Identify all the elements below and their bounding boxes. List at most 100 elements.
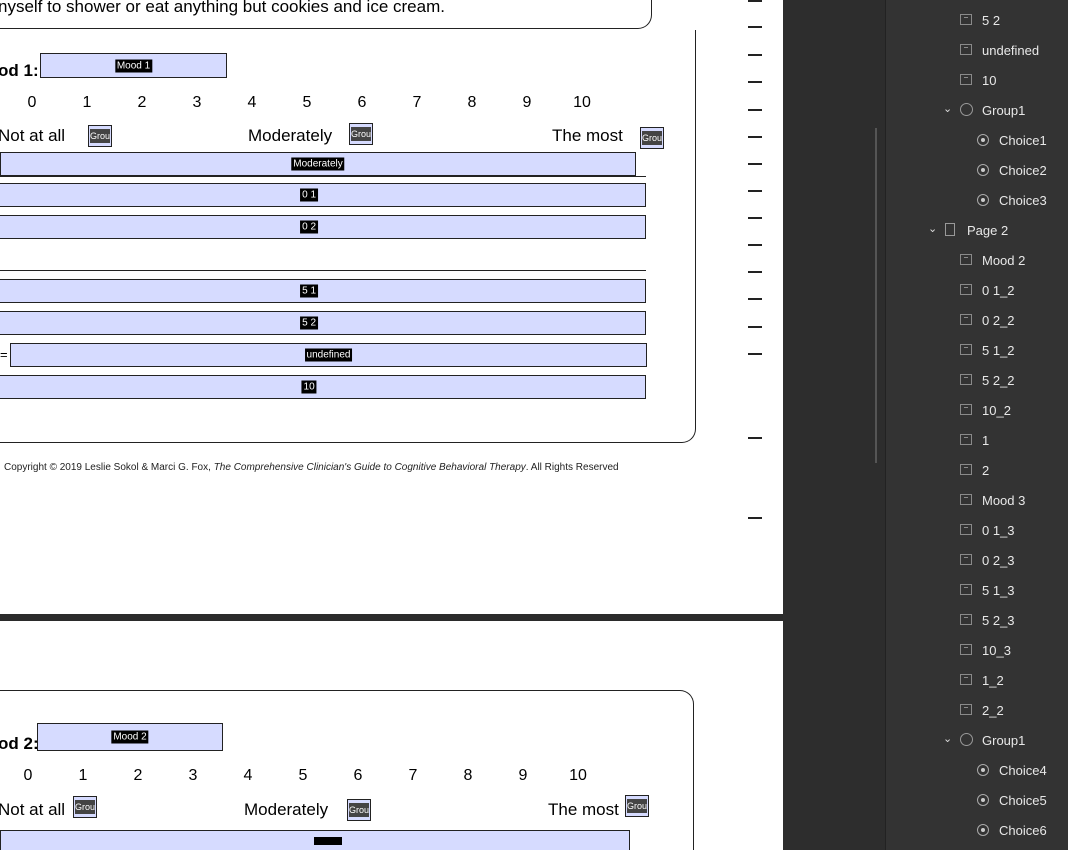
ruler-tick	[748, 0, 762, 2]
scale-number: 8	[467, 94, 477, 111]
tree-item-5-2[interactable]: 5 2	[886, 5, 1068, 35]
chevron-down-icon[interactable]: ⌄	[943, 732, 952, 745]
tree-item-0-1-2[interactable]: 0 1_2	[886, 275, 1068, 305]
tree-item-label: 0 2_2	[982, 313, 1015, 328]
tree-item-10-3[interactable]: 10_3	[886, 635, 1068, 665]
scale-number: 8	[463, 767, 473, 784]
scale-number: 3	[188, 767, 198, 784]
tree-item-choice1[interactable]: Choice1	[886, 125, 1068, 155]
tree-item-5-1-2[interactable]: 5 1_2	[886, 335, 1068, 365]
mood1-anchor-low: Not at all	[0, 126, 66, 145]
text-field-icon	[960, 404, 972, 415]
mood2-anchor-low: Not at all	[0, 800, 66, 819]
tree-item-label: Group1	[982, 733, 1026, 748]
scale-number: 2	[137, 94, 147, 111]
tree-item-1[interactable]: 1	[886, 425, 1068, 455]
scale-number: 5	[302, 94, 312, 111]
tree-item-10[interactable]: 10	[886, 65, 1068, 95]
mood1-label: od 1:	[0, 61, 39, 80]
radio-button-icon	[977, 194, 989, 206]
tree-item-2[interactable]: 2	[886, 455, 1068, 485]
equals-sign: =	[0, 347, 8, 362]
mood2-radio-choice5[interactable]: Grou	[347, 799, 371, 821]
tree-item-5-2-3[interactable]: 5 2_3	[886, 605, 1068, 635]
page2-mood-section-box	[0, 690, 694, 850]
tree-item-mood-3[interactable]: Mood 3	[886, 485, 1068, 515]
tree-item-2-2[interactable]: 2_2	[886, 695, 1068, 725]
text-field-icon	[960, 434, 972, 445]
copyright-text: Copyright © 2019 Leslie Sokol & Marci G.…	[4, 462, 619, 473]
field-5-2[interactable]: 5 2	[0, 311, 646, 335]
scale-number: 7	[412, 94, 422, 111]
field-0-2[interactable]: 0 2	[0, 215, 646, 239]
tree-item-1-2[interactable]: 1_2	[886, 665, 1068, 695]
field-0-1[interactable]: 0 1	[0, 183, 646, 207]
tree-item-10-2[interactable]: 10_2	[886, 395, 1068, 425]
mood1-moderately-field[interactable]: Moderately	[0, 152, 636, 176]
radio-button-icon	[977, 764, 989, 776]
text-field-icon	[960, 44, 972, 55]
tree-item-0-1-3[interactable]: 0 1_3	[886, 515, 1068, 545]
tree-item-choice5[interactable]: Choice5	[886, 785, 1068, 815]
field-5-1[interactable]: 5 1	[0, 279, 646, 303]
scale-number: 0	[23, 767, 33, 784]
scale-number: 0	[27, 94, 37, 111]
ruler-tick	[748, 244, 762, 246]
mood1-anchor-high: The most	[552, 126, 623, 145]
tree-item-0-2-2[interactable]: 0 2_2	[886, 305, 1068, 335]
tree-item-choice2[interactable]: Choice2	[886, 155, 1068, 185]
scale-number: 5	[298, 767, 308, 784]
field-undefined[interactable]: undefined	[10, 343, 647, 367]
scale-number: 3	[192, 94, 202, 111]
text-field-icon	[960, 674, 972, 685]
mood2-anchor-high: The most	[548, 800, 619, 819]
tree-item-page-2[interactable]: ⌄ Page 2	[886, 215, 1068, 245]
tree-item-choice6[interactable]: Choice6	[886, 815, 1068, 845]
fields-tree-panel: 5 2 undefined 10 ⌄ Group1 Choice1 Choice2 Choic…	[885, 0, 1068, 850]
tree-item-0-2-3[interactable]: 0 2_3	[886, 545, 1068, 575]
tree-item-5-1-3[interactable]: 5 1_3	[886, 575, 1068, 605]
mood2-radio-choice4[interactable]: Grou	[73, 796, 97, 818]
ruler-tick	[748, 271, 762, 273]
mood1-field[interactable]: Mood 1	[40, 53, 227, 78]
mood1-radio-choice3[interactable]: Grou	[640, 127, 664, 149]
tree-item-group1[interactable]: ⌄ Group1	[886, 95, 1068, 125]
chevron-down-icon[interactable]: ⌄	[943, 102, 952, 115]
tree-item-choice3[interactable]: Choice3	[886, 185, 1068, 215]
ruler-tick	[748, 81, 762, 83]
page1-body-text: nyself to shower or eat anything but coo…	[0, 0, 445, 16]
tree-item-choice4[interactable]: Choice4	[886, 755, 1068, 785]
tree-item-group1[interactable]: ⌄ Group1	[886, 725, 1068, 755]
mood1-radio-choice2[interactable]: Grou	[349, 123, 373, 145]
ruler-tick	[748, 298, 762, 300]
mood2-moderately-field[interactable]	[0, 830, 630, 850]
text-field-icon	[960, 554, 972, 565]
tree-item-label: 0 1_3	[982, 523, 1015, 538]
tree-item-label: Group1	[982, 103, 1026, 118]
ruler-tick	[748, 353, 762, 355]
text-field-icon	[960, 614, 972, 625]
tree-item-undefined[interactable]: undefined	[886, 35, 1068, 65]
tree-item-label: Choice3	[999, 193, 1047, 208]
chevron-down-icon[interactable]: ⌄	[928, 222, 937, 235]
radio-group-icon	[960, 103, 973, 116]
text-field-icon	[960, 524, 972, 535]
splitter-line[interactable]	[875, 128, 877, 463]
radio-button-icon	[977, 794, 989, 806]
mood1-radio-choice1[interactable]: Grou	[88, 125, 112, 147]
page-icon	[945, 223, 955, 236]
tree-item-label: 2	[982, 463, 990, 478]
tree-item-label: Page 2	[967, 223, 1009, 238]
mood2-label: od 2:	[0, 734, 39, 753]
tree-item-label: 5 1_2	[982, 343, 1015, 358]
ruler-tick	[748, 163, 762, 165]
text-field-icon	[960, 284, 972, 295]
tree-item-mood-2[interactable]: Mood 2	[886, 245, 1068, 275]
mood2-field[interactable]: Mood 2	[37, 723, 223, 751]
mood2-radio-choice6[interactable]: Grou	[625, 795, 649, 817]
text-field-icon	[960, 464, 972, 475]
pdf-document-view: nyself to shower or eat anything but coo…	[0, 0, 783, 850]
field-10[interactable]: 10	[0, 375, 646, 399]
tree-item-label: Choice6	[999, 823, 1047, 838]
tree-item-5-2-2[interactable]: 5 2_2	[886, 365, 1068, 395]
